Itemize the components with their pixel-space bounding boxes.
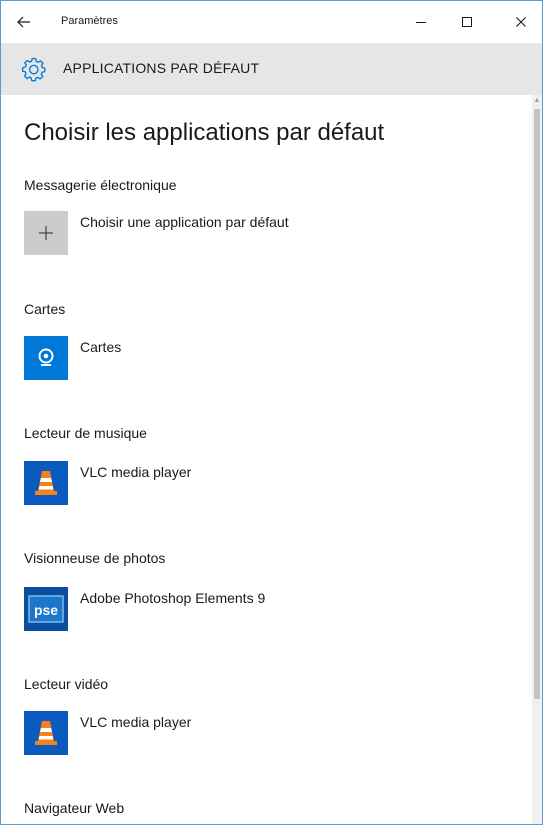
maps-tile [24, 336, 68, 380]
maximize-icon [462, 17, 472, 27]
section-label-music: Lecteur de musique [24, 425, 147, 441]
section-label-photos: Visionneuse de photos [24, 550, 166, 566]
section-label-maps: Cartes [24, 301, 66, 317]
scroll-up-arrow-icon[interactable]: ▲ [533, 97, 541, 105]
header-title: APPLICATIONS PAR DÉFAUT [63, 60, 260, 76]
gear-icon [21, 57, 46, 82]
close-button[interactable] [501, 7, 541, 37]
scroll-thumb[interactable] [534, 109, 540, 699]
page-title: Choisir les applications par défaut [24, 119, 385, 146]
svg-text:pse: pse [34, 602, 58, 618]
plus-icon [39, 226, 53, 240]
close-icon [516, 17, 526, 27]
app-name: VLC media player [80, 464, 192, 480]
default-app-email[interactable]: Choisir une application par défaut [24, 211, 444, 255]
section-label-video: Lecteur vidéo [24, 676, 109, 692]
pse-tile: pse [24, 587, 68, 631]
maps-icon [38, 348, 54, 366]
vlc-tile [24, 711, 68, 755]
default-app-photos[interactable]: pse Adobe Photoshop Elements 9 [24, 587, 444, 631]
main-content: Choisir les applications par défaut Mess… [1, 95, 531, 824]
app-name: Cartes [80, 339, 122, 355]
vlc-icon [35, 471, 57, 495]
vlc-icon [35, 721, 57, 745]
app-name: Adobe Photoshop Elements 9 [80, 590, 266, 606]
title-bar: Paramètres [1, 1, 542, 43]
minimize-button[interactable] [401, 7, 441, 37]
default-app-maps[interactable]: Cartes [24, 336, 444, 380]
default-app-music[interactable]: VLC media player [24, 461, 444, 505]
section-label-email: Messagerie électronique [24, 177, 177, 193]
app-name: VLC media player [80, 714, 192, 730]
settings-window: Paramètres APPLICATIONS PAR DÉFAUT Chois… [0, 0, 543, 825]
pse-icon: pse [28, 595, 64, 623]
vertical-scrollbar[interactable]: ▲ [532, 95, 542, 824]
minimize-icon [416, 22, 426, 23]
back-button[interactable] [9, 9, 39, 35]
vlc-tile [24, 461, 68, 505]
app-name: Choisir une application par défaut [80, 214, 289, 230]
back-arrow-icon [17, 16, 30, 28]
page-header: APPLICATIONS PAR DÉFAUT [1, 43, 542, 95]
window-title: Paramètres [61, 15, 118, 27]
default-app-video[interactable]: VLC media player [24, 711, 444, 755]
plus-tile [24, 211, 68, 255]
maximize-button[interactable] [447, 7, 487, 37]
section-label-browser: Navigateur Web [24, 800, 125, 816]
